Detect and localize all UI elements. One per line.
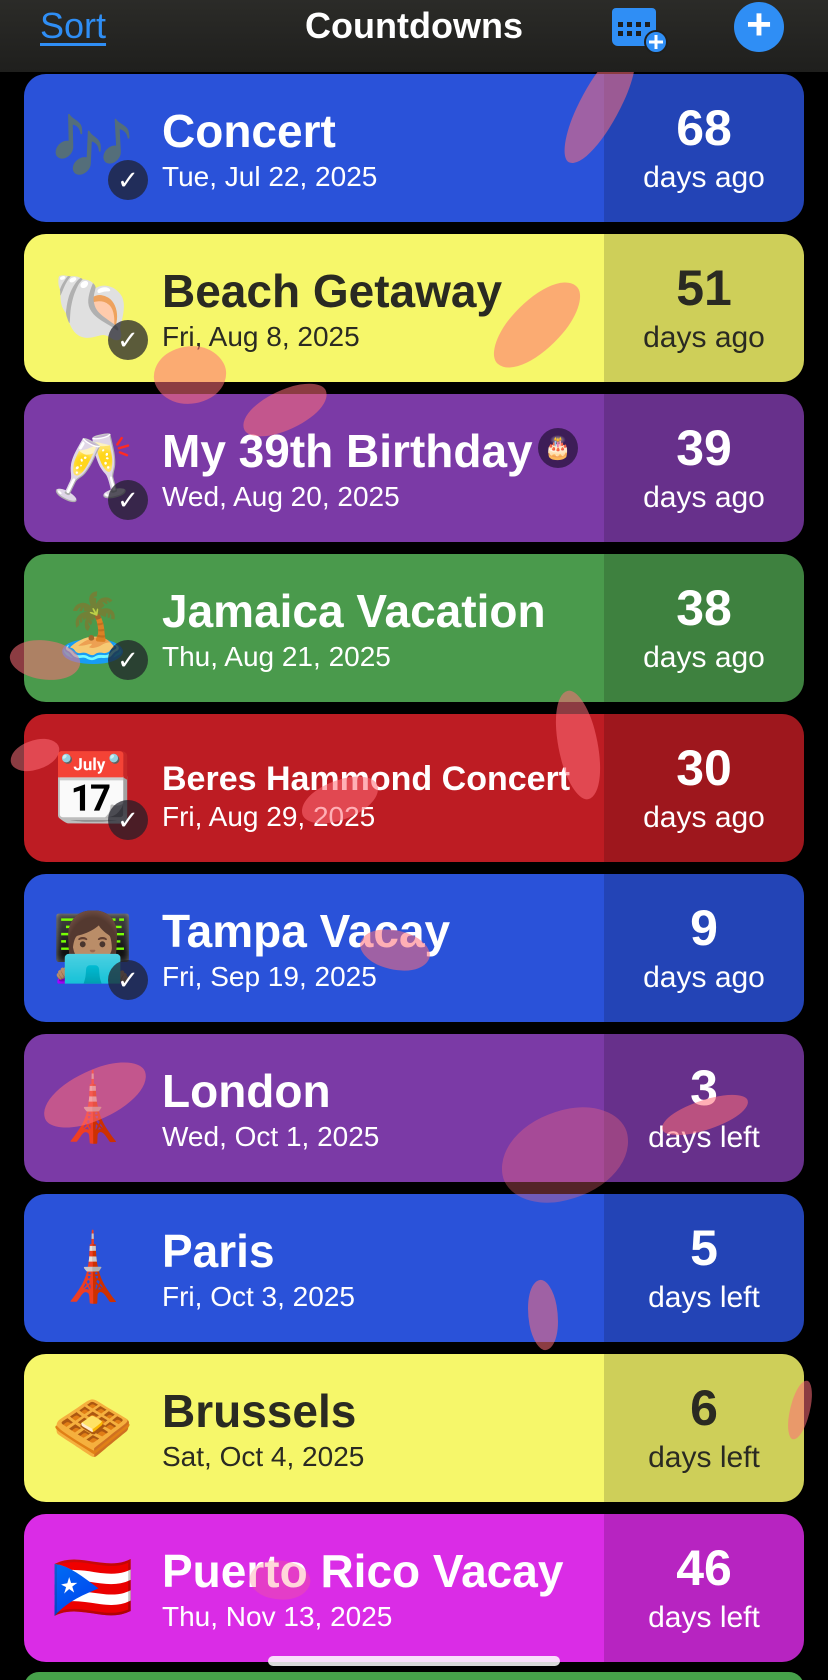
countdown-title: Brussels xyxy=(162,1385,357,1437)
countdown-days-count: 39 xyxy=(676,420,732,476)
countdown-days-unit: days ago xyxy=(643,801,765,834)
countdown-emoji-icon: 🗼 xyxy=(51,1070,135,1144)
countdown-days-count: 46 xyxy=(676,1540,732,1596)
countdown-card[interactable]: 🎶 ✓ Concert Tue, Jul 22, 2025 68 days ago xyxy=(24,74,804,222)
checkmark-icon: ✓ xyxy=(108,960,148,1000)
birthday-cake-icon: 🎂 xyxy=(538,428,578,468)
countdown-card[interactable]: 🗼 London Wed, Oct 1, 2025 3 days left xyxy=(24,1034,804,1182)
add-countdown-button[interactable]: + xyxy=(734,2,784,52)
countdown-date: Tue, Jul 22, 2025 xyxy=(162,161,378,192)
countdown-title: Concert xyxy=(162,105,336,157)
countdown-title: Paris xyxy=(162,1225,275,1277)
countdown-card[interactable]: 🥂 ✓ My 39th Birthday Wed, Aug 20, 2025 39 day… xyxy=(24,394,804,542)
countdown-days-unit: days ago xyxy=(643,321,765,354)
countdown-title: Jamaica Vacation xyxy=(162,585,546,637)
page-title: Countdowns xyxy=(305,5,523,46)
countdown-days-unit: days ago xyxy=(643,481,765,514)
countdown-days-count: 3 xyxy=(690,1060,718,1116)
countdown-title: Beach Getaway xyxy=(162,265,503,317)
home-indicator xyxy=(268,1656,560,1666)
checkmark-icon: ✓ xyxy=(108,160,148,200)
countdown-date: Thu, Nov 13, 2025 xyxy=(162,1601,393,1632)
countdown-days-count: 9 xyxy=(690,900,718,956)
calendar-add-icon[interactable] xyxy=(610,2,670,54)
countdown-date: Wed, Aug 20, 2025 xyxy=(162,481,400,512)
countdown-days-count: 30 xyxy=(676,740,732,796)
countdown-date: Thu, Aug 21, 2025 xyxy=(162,641,391,672)
countdown-days-count: 6 xyxy=(690,1380,718,1436)
countdown-title: Puerto Rico Vacay xyxy=(162,1545,564,1597)
checkmark-icon: ✓ xyxy=(108,800,148,840)
countdown-card[interactable]: 🗼 Paris Fri, Oct 3, 2025 5 days left xyxy=(24,1194,804,1342)
countdown-days-unit: days ago xyxy=(643,961,765,994)
countdowns-screen: 🎶 ✓ Concert Tue, Jul 22, 2025 68 days ago 🐚 ✓ Be… xyxy=(0,0,828,1680)
navigation-bar: Sort Countdowns + xyxy=(0,0,828,72)
countdown-days-unit: days ago xyxy=(643,161,765,194)
countdown-days-unit: days ago xyxy=(643,641,765,674)
checkmark-icon: ✓ xyxy=(108,640,148,680)
countdown-date: Sat, Oct 4, 2025 xyxy=(162,1441,365,1472)
countdown-title: Tampa Vacay xyxy=(162,905,451,957)
countdown-card[interactable]: 🐚 ✓ Beach Getaway Fri, Aug 8, 2025 51 days ag… xyxy=(24,234,804,382)
countdown-title: My 39th Birthday xyxy=(162,425,533,477)
countdown-days-unit: days left xyxy=(648,1281,760,1314)
countdown-date: Fri, Oct 3, 2025 xyxy=(162,1281,355,1312)
next-countdown-card-peek[interactable] xyxy=(24,1672,804,1680)
countdown-date: Fri, Aug 29, 2025 xyxy=(162,801,376,832)
countdown-card[interactable]: 🧇 Brussels Sat, Oct 4, 2025 6 days left xyxy=(24,1354,804,1502)
checkmark-icon: ✓ xyxy=(108,320,148,360)
countdown-days-unit: days left xyxy=(648,1121,760,1154)
countdown-days-count: 68 xyxy=(676,100,732,156)
countdown-days-count: 5 xyxy=(690,1220,718,1276)
checkmark-icon: ✓ xyxy=(108,480,148,520)
countdown-card[interactable]: 📆 ✓ Beres Hammond Concert Fri, Aug 29, 2025… xyxy=(24,714,804,862)
countdown-card[interactable]: 🏝️ ✓ Jamaica Vacation Thu, Aug 21, 2025 38 da… xyxy=(24,554,804,702)
countdown-emoji-icon: 🧇 xyxy=(51,1390,135,1464)
countdown-days-count: 51 xyxy=(676,260,732,316)
countdown-date: Fri, Aug 8, 2025 xyxy=(162,321,360,352)
countdown-title: Beres Hammond Concert xyxy=(162,760,571,798)
countdown-days-unit: days left xyxy=(648,1601,760,1634)
countdown-days-count: 38 xyxy=(676,580,732,636)
countdown-card[interactable]: 🇵🇷 Puerto Rico Vacay Thu, Nov 13, 2025 46 da… xyxy=(24,1514,804,1662)
plus-circle-icon: + xyxy=(746,0,772,49)
countdown-days-unit: days left xyxy=(648,1441,760,1474)
countdown-date: Wed, Oct 1, 2025 xyxy=(162,1121,380,1152)
countdown-card[interactable]: 👩🏽‍💻 ✓ Tampa Vacay Fri, Sep 19, 2025 9 days a… xyxy=(24,874,804,1022)
countdown-title: London xyxy=(162,1065,331,1117)
countdown-emoji-icon: 🇵🇷 xyxy=(51,1550,135,1624)
countdown-emoji-icon: 🗼 xyxy=(51,1230,135,1304)
countdown-date: Fri, Sep 19, 2025 xyxy=(162,961,377,992)
